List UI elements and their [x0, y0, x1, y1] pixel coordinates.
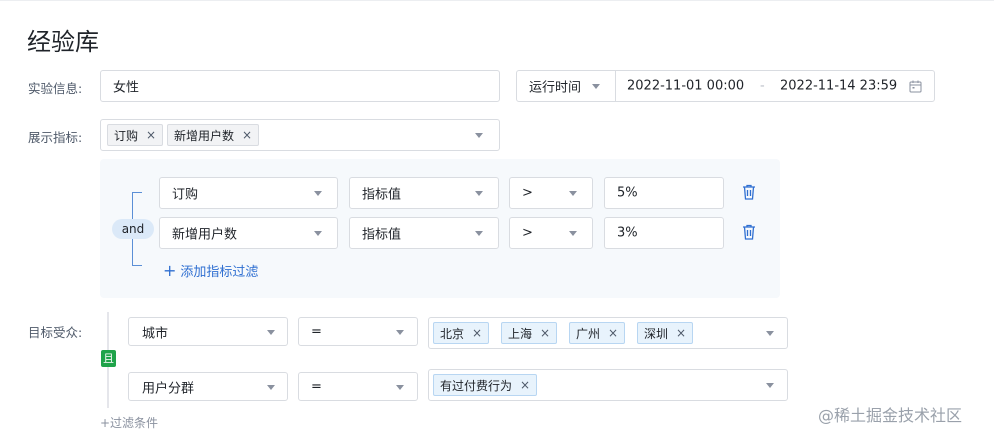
metric-tag-label: 新增用户数 — [174, 128, 235, 143]
logic-and-toggle[interactable]: and — [112, 219, 154, 239]
chevron-down-icon — [766, 383, 774, 388]
chevron-down-icon — [396, 329, 404, 335]
chevron-down-icon — [475, 133, 483, 138]
page-title: 经验库 — [27, 28, 99, 56]
filter-operator-select[interactable]: > — [509, 217, 593, 249]
filter-metric-value: 订购 — [172, 187, 199, 203]
date-start[interactable]: 2022-11-01 00:00 — [627, 79, 744, 94]
chevron-down-icon — [314, 231, 322, 236]
filter-value-input[interactable]: 3% — [604, 217, 724, 249]
tag-label: 有过付费行为 — [440, 378, 513, 393]
close-icon[interactable]: × — [472, 326, 482, 340]
chevron-down-icon — [314, 191, 322, 196]
audience-operator-value: = — [311, 379, 322, 394]
plus-icon: + — [163, 261, 177, 280]
close-icon[interactable]: × — [520, 378, 530, 392]
filter-value: 3% — [617, 225, 638, 241]
chevron-down-icon — [475, 231, 483, 236]
chevron-down-icon — [267, 384, 275, 390]
metric-tag: 订购 × — [107, 124, 164, 146]
experiment-keyword-value: 女性 — [113, 80, 140, 96]
filter-field-select[interactable]: 指标值 — [349, 217, 499, 249]
close-icon[interactable]: × — [540, 326, 550, 340]
filter-operator-value: > — [522, 185, 533, 201]
audience-value-tag: 上海 × — [501, 322, 558, 344]
filter-field-select[interactable]: 指标值 — [349, 177, 499, 209]
filter-metric-value: 新增用户数 — [172, 227, 238, 243]
tag-label: 广州 — [576, 326, 601, 341]
tag-label: 深圳 — [644, 326, 669, 341]
date-separator: - — [760, 78, 765, 94]
add-metric-filter-label: 添加指标过滤 — [180, 265, 259, 280]
audience-values-multiselect[interactable]: 北京 × 上海 × 广州 × 深圳 × — [428, 317, 788, 349]
audience-label: 目标受众: — [28, 325, 83, 340]
delete-icon[interactable] — [742, 224, 756, 240]
chevron-down-icon — [475, 191, 483, 196]
chevron-down-icon — [766, 331, 774, 336]
audience-dimension-select[interactable]: 城市 — [128, 317, 288, 346]
audience-value-tag: 有过付费行为 × — [433, 374, 538, 396]
audience-values-multiselect[interactable]: 有过付费行为 × — [428, 369, 788, 401]
top-divider — [0, 0, 994, 1]
audience-dimension-select[interactable]: 用户分群 — [128, 372, 288, 401]
filter-metric-select[interactable]: 订购 — [159, 177, 338, 209]
audience-dimension-value: 城市 — [142, 326, 169, 341]
metrics-label: 展示指标: — [28, 130, 83, 145]
filter-metric-select[interactable]: 新增用户数 — [159, 217, 338, 249]
filter-value: 5% — [617, 185, 638, 201]
delete-icon[interactable] — [742, 184, 756, 200]
add-condition-link[interactable]: +过滤条件 — [100, 414, 158, 431]
time-type-value: 运行时间 — [529, 80, 582, 96]
audience-value-tag: 广州 × — [569, 322, 626, 344]
experiment-info-label: 实验信息: — [28, 81, 83, 96]
audience-logic-toggle[interactable]: 且 — [101, 350, 116, 367]
tag-label: 上海 — [508, 326, 533, 341]
close-icon[interactable]: × — [146, 128, 156, 142]
chevron-down-icon — [569, 231, 577, 236]
filter-operator-select[interactable]: > — [509, 177, 593, 209]
date-range-picker[interactable]: 2022-11-01 00:00 - 2022-11-14 23:59 — [615, 70, 935, 102]
audience-operator-select[interactable]: = — [298, 372, 418, 401]
date-end[interactable]: 2022-11-14 23:59 — [780, 79, 897, 94]
filter-value-input[interactable]: 5% — [604, 177, 724, 209]
chevron-down-icon — [267, 329, 275, 335]
calendar-icon — [909, 80, 922, 93]
watermark: @稀土掘金技术社区 — [818, 406, 963, 425]
chevron-down-icon — [569, 191, 577, 196]
chevron-down-icon — [396, 384, 404, 390]
audience-value-tag: 北京 × — [433, 322, 490, 344]
time-type-select[interactable]: 运行时间 — [516, 70, 616, 102]
close-icon[interactable]: × — [608, 326, 618, 340]
metrics-multiselect[interactable]: 订购 × 新增用户数 × — [100, 119, 500, 151]
experiment-keyword-input[interactable]: 女性 — [100, 70, 500, 102]
audience-operator-value: = — [311, 324, 322, 339]
audience-value-tag: 深圳 × — [637, 322, 694, 344]
filter-field-value: 指标值 — [362, 187, 402, 203]
filter-operator-value: > — [522, 225, 533, 241]
close-icon[interactable]: × — [242, 128, 252, 142]
add-metric-filter-link[interactable]: + 添加指标过滤 — [163, 261, 258, 280]
audience-dimension-value: 用户分群 — [142, 381, 195, 396]
tag-label: 北京 — [440, 326, 465, 341]
metric-tag: 新增用户数 × — [167, 124, 260, 146]
audience-operator-select[interactable]: = — [298, 317, 418, 346]
chevron-down-icon — [592, 84, 600, 89]
close-icon[interactable]: × — [676, 326, 686, 340]
filter-field-value: 指标值 — [362, 227, 402, 243]
metric-tag-label: 订购 — [114, 128, 139, 143]
